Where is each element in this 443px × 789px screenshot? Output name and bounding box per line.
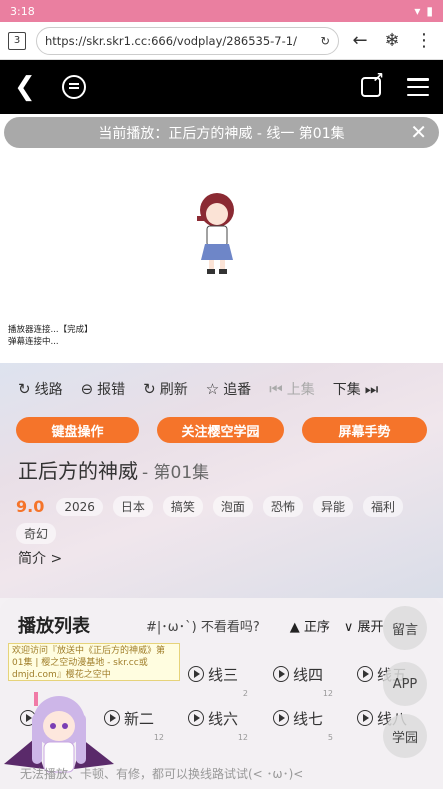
- line-button[interactable]: 线三 2: [188, 660, 248, 698]
- snowflake-icon[interactable]: ❄: [381, 30, 403, 51]
- action-row: ↻ 线路 ⊖ 报错 ↻ 刷新 ☆ 追番 ⏮ 上集 下集 ⏭: [0, 363, 443, 399]
- action-next-episode[interactable]: 下集 ⏭: [333, 379, 379, 399]
- share-icon[interactable]: [361, 70, 384, 97]
- play-icon: [357, 710, 373, 726]
- loading-mascot: [197, 193, 234, 274]
- line-button[interactable]: 线六 12: [188, 704, 248, 742]
- tag-list: 9.0 2026 日本 搞笑 泡面 恐怖 异能 福利 奇幻: [0, 484, 443, 544]
- action-label: 追番: [223, 382, 252, 398]
- reload-icon[interactable]: ↻: [320, 34, 330, 48]
- player-header: ❮: [0, 60, 443, 114]
- line-label: 线六: [208, 709, 239, 728]
- player-log: 播放器连接...【完成】 弹幕连接中...: [8, 324, 93, 348]
- tag[interactable]: 奇幻: [16, 523, 57, 544]
- action-refresh[interactable]: ↻ 刷新: [143, 379, 188, 399]
- screen-gestures-button[interactable]: 屏幕手势: [302, 417, 427, 443]
- star-icon: ☆: [205, 380, 220, 398]
- welcome-marquee: 欢迎访问『放送中《正后方的神威》第01集 | 樱之空动漫基地 - skr.cc或…: [8, 643, 180, 681]
- message-button[interactable]: 留言: [383, 606, 427, 650]
- academy-button[interactable]: 学园: [383, 714, 427, 758]
- line-count: 12: [153, 733, 165, 742]
- minus-circle-icon: ⊖: [80, 380, 94, 398]
- action-report[interactable]: ⊖ 报错: [81, 379, 126, 399]
- play-icon: [188, 666, 204, 682]
- tag[interactable]: 福利: [362, 496, 403, 517]
- tag[interactable]: 2026: [56, 497, 103, 516]
- line-label: 线三: [208, 665, 239, 684]
- episode-label: - 第01集: [142, 463, 210, 483]
- status-bar: 3:18 ▾ ▮: [0, 0, 443, 22]
- danmaku-icon[interactable]: [61, 75, 86, 99]
- wifi-icon: ▾: [414, 4, 421, 18]
- refresh-icon: ↻: [18, 380, 31, 398]
- line-count: 2: [242, 689, 249, 698]
- line-label: 新二: [124, 709, 155, 728]
- back-arrow-icon[interactable]: ←: [349, 30, 371, 51]
- line-button[interactable]: 线七 5: [273, 704, 333, 742]
- score: 9.0: [16, 497, 45, 516]
- more-vert-icon[interactable]: ⋮: [413, 30, 435, 51]
- battery-icon: ▮: [426, 4, 433, 18]
- action-label: 下集: [332, 382, 361, 398]
- line-label: 线四: [293, 665, 324, 684]
- log-line: 播放器连接...【完成】: [8, 325, 93, 335]
- app-button[interactable]: APP: [383, 662, 427, 706]
- browser-toolbar: 3 https://skr.skr1.cc:666/vodplay/286535…: [0, 22, 443, 60]
- line-count: 5: [327, 733, 334, 742]
- back-icon[interactable]: ❮: [14, 74, 36, 100]
- action-lines[interactable]: ↻ 线路: [18, 379, 63, 399]
- address-bar[interactable]: https://skr.skr1.cc:666/vodplay/286535-7…: [36, 26, 339, 55]
- show-title-row: 正后方的神威 - 第01集: [0, 443, 443, 484]
- playlist-header: 播放列表 #|･ω･`) 不看看吗? ▲ 正序 ∨ 展开: [0, 598, 443, 638]
- action-label: 刷新: [159, 382, 188, 398]
- show-title: 正后方的神威: [18, 459, 138, 483]
- line-button[interactable]: 线四 12: [273, 660, 333, 698]
- url-text: https://skr.skr1.cc:666/vodplay/286535-7…: [45, 33, 297, 48]
- prev-icon: ⏮: [269, 380, 283, 398]
- now-playing-text: 当前播放：正后方的神威 - 线一 第01集: [98, 125, 345, 142]
- tag[interactable]: 搞笑: [162, 496, 203, 517]
- close-icon[interactable]: ✕: [410, 120, 427, 144]
- log-line: 弹幕连接中...: [8, 337, 59, 347]
- tag[interactable]: 日本: [112, 496, 153, 517]
- play-icon: [273, 666, 289, 682]
- tab-count-button[interactable]: 3: [8, 31, 26, 50]
- tag[interactable]: 恐怖: [262, 496, 303, 517]
- play-icon: [188, 710, 204, 726]
- info-section: ↻ 线路 ⊖ 报错 ↻ 刷新 ☆ 追番 ⏮ 上集 下集 ⏭ 键盘操作 关注樱空学园 屏幕手势…: [0, 363, 443, 598]
- sort-toggle[interactable]: ▲ 正序: [290, 616, 330, 635]
- action-label: 上集: [286, 382, 315, 398]
- now-playing-banner: 当前播放：正后方的神威 - 线一 第01集 ✕: [4, 117, 439, 148]
- line-label: 线七: [293, 709, 324, 728]
- follow-academy-button[interactable]: 关注樱空学园: [157, 417, 284, 443]
- menu-icon[interactable]: [407, 78, 429, 96]
- next-icon: ⏭: [364, 380, 379, 398]
- tag[interactable]: 异能: [312, 496, 353, 517]
- action-follow[interactable]: ☆ 追番: [206, 379, 251, 399]
- status-time: 3:18: [10, 4, 35, 18]
- action-label: 报错: [97, 382, 126, 398]
- line-count: 12: [237, 733, 249, 742]
- status-icons: ▾ ▮: [414, 4, 433, 18]
- playlist-subtitle: #|･ω･`) 不看看吗?: [146, 619, 260, 635]
- refresh-icon: ↻: [143, 380, 156, 398]
- action-prev-episode[interactable]: ⏮ 上集: [269, 379, 315, 399]
- line-count: 12: [322, 689, 334, 698]
- playlist-title: 播放列表: [18, 616, 90, 637]
- play-icon: [357, 666, 373, 682]
- intro-link[interactable]: 简介 >: [0, 544, 443, 568]
- tag[interactable]: 泡面: [212, 496, 253, 517]
- bottom-note: 无法播放、卡顿、有修，都可以换线路试试(< ･ω･)<: [20, 767, 304, 781]
- action-label: 线路: [34, 382, 63, 398]
- pill-row: 键盘操作 关注樱空学园 屏幕手势: [0, 399, 443, 443]
- keyboard-shortcuts-button[interactable]: 键盘操作: [16, 417, 140, 443]
- play-icon: [273, 710, 289, 726]
- expand-toggle[interactable]: ∨ 展开: [344, 616, 384, 635]
